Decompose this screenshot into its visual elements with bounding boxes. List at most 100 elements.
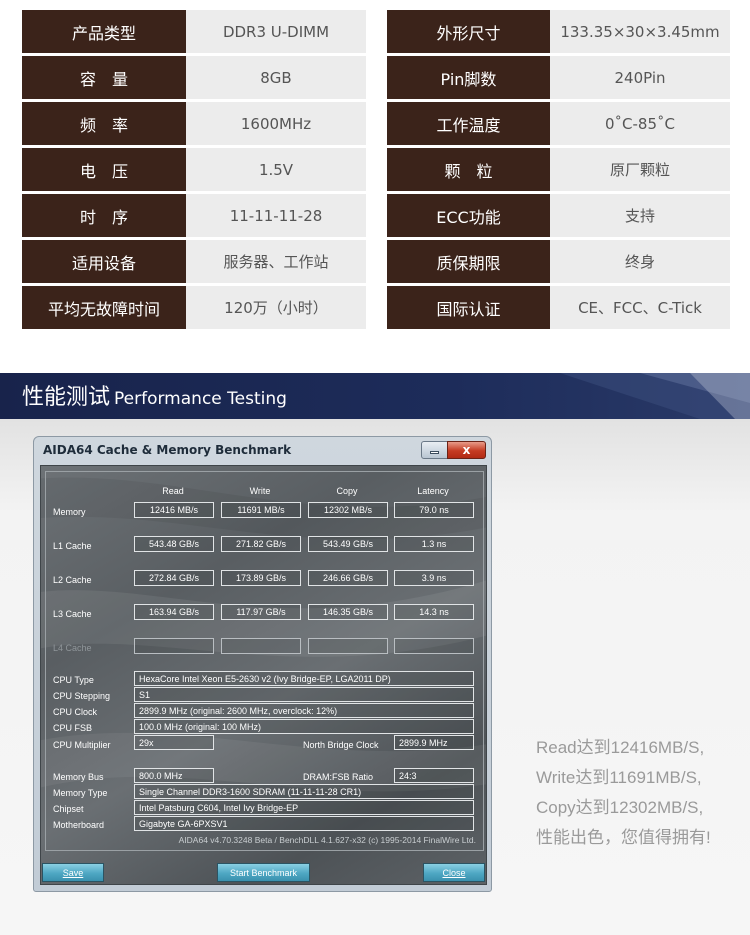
spec-label: 产品类型 bbox=[22, 10, 186, 53]
chipset-value: Intel Patsburg C604, Intel Ivy Bridge-EP bbox=[134, 800, 474, 815]
cpu-type-label: CPU Type bbox=[53, 675, 94, 685]
spec-value: 120万（小时） bbox=[186, 286, 366, 329]
section-banner: 性能测试 Performance Testing bbox=[0, 373, 750, 419]
l1-copy-value: 543.49 GB/s bbox=[308, 536, 388, 552]
memory-copy-value: 12302 MB/s bbox=[308, 502, 388, 518]
l2-copy-value: 246.66 GB/s bbox=[308, 570, 388, 586]
row-label-l3: L3 Cache bbox=[53, 609, 92, 619]
spec-value: 0˚C-85˚C bbox=[550, 102, 730, 145]
summary-copy: Copy达到12302MB/S, bbox=[536, 798, 704, 817]
l2-latency-value: 3.9 ns bbox=[394, 570, 474, 586]
spec-label: 适用设备 bbox=[22, 240, 186, 283]
dram-fsb-ratio-label: DRAM:FSB Ratio bbox=[303, 772, 374, 782]
save-button[interactable]: Save bbox=[42, 863, 104, 882]
memory-type-label: Memory Type bbox=[53, 788, 108, 798]
motherboard-label: Motherboard bbox=[53, 820, 105, 830]
banner-title-cn: 性能测试 bbox=[22, 385, 111, 410]
spec-label: 质保期限 bbox=[387, 240, 550, 283]
l1-write-value: 271.82 GB/s bbox=[221, 536, 301, 552]
spec-value: 原厂颗粒 bbox=[550, 148, 730, 191]
memory-type-value: Single Channel DDR3-1600 SDRAM (11-11-11… bbox=[134, 784, 474, 799]
summary-write: Write达到11691MB/S, bbox=[536, 768, 702, 787]
banner-title-en: Performance Testing bbox=[114, 389, 287, 409]
row-label-l2: L2 Cache bbox=[53, 575, 92, 585]
spec-row: 容 量 8GB Pin脚数 240Pin bbox=[22, 56, 730, 99]
column-header-read: Read bbox=[162, 486, 184, 496]
dram-fsb-ratio-value: 24:3 bbox=[394, 768, 474, 783]
minimize-icon bbox=[430, 451, 439, 454]
spec-label: 工作温度 bbox=[387, 102, 550, 145]
spec-row: 平均无故障时间 120万（小时） 国际认证 CE、FCC、C-Tick bbox=[22, 286, 730, 329]
close-icon: x bbox=[462, 443, 471, 457]
spec-label: 容 量 bbox=[22, 56, 186, 99]
spec-row: 频 率 1600MHz 工作温度 0˚C-85˚C bbox=[22, 102, 730, 145]
l3-write-value: 117.97 GB/s bbox=[221, 604, 301, 620]
cpu-stepping-value: S1 bbox=[134, 687, 474, 702]
spec-label: 平均无故障时间 bbox=[22, 286, 186, 329]
l1-read-value: 543.48 GB/s bbox=[134, 536, 214, 552]
l2-write-value: 173.89 GB/s bbox=[221, 570, 301, 586]
spec-value: 8GB bbox=[186, 56, 366, 99]
l4-latency-value bbox=[394, 638, 474, 654]
memory-bus-value: 800.0 MHz bbox=[134, 768, 214, 783]
version-footer: AIDA64 v4.70.3248 Beta / BenchDLL 4.1.62… bbox=[178, 835, 476, 845]
spec-row: 电 压 1.5V 颗 粒 原厂颗粒 bbox=[22, 148, 730, 191]
row-label-l4: L4 Cache bbox=[53, 643, 92, 653]
north-bridge-clock-label: North Bridge Clock bbox=[303, 740, 379, 750]
save-button-label: Save bbox=[62, 867, 84, 878]
spec-label: 时 序 bbox=[22, 194, 186, 237]
cpu-type-value: HexaCore Intel Xeon E5-2630 v2 (Ivy Brid… bbox=[134, 671, 474, 686]
cpu-clock-value: 2899.9 MHz (original: 2600 MHz, overcloc… bbox=[134, 703, 474, 718]
spec-value: 1600MHz bbox=[186, 102, 366, 145]
row-label-l1: L1 Cache bbox=[53, 541, 92, 551]
l3-read-value: 163.94 GB/s bbox=[134, 604, 214, 620]
close-window-button[interactable]: x bbox=[447, 441, 486, 459]
l1-latency-value: 1.3 ns bbox=[394, 536, 474, 552]
start-benchmark-button[interactable]: Start Benchmark bbox=[217, 863, 310, 882]
close-button-label: Close bbox=[442, 867, 466, 878]
window-body: Read Write Copy Latency Memory 12416 MB/… bbox=[40, 465, 487, 885]
column-header-write: Write bbox=[249, 486, 271, 496]
column-header-copy: Copy bbox=[336, 486, 358, 496]
memory-bus-label: Memory Bus bbox=[53, 772, 104, 782]
spec-value: 支持 bbox=[550, 194, 730, 237]
banner-title: 性能测试 Performance Testing bbox=[22, 379, 287, 411]
cpu-clock-label: CPU Clock bbox=[53, 707, 98, 717]
summary-conclusion: 性能出色，您值得拥有! bbox=[536, 828, 711, 847]
row-label-memory: Memory bbox=[53, 507, 86, 517]
spec-label: 频 率 bbox=[22, 102, 186, 145]
cpu-multiplier-label: CPU Multiplier bbox=[53, 740, 111, 750]
spec-row: 适用设备 服务器、工作站 质保期限 终身 bbox=[22, 240, 730, 283]
spec-label: 电 压 bbox=[22, 148, 186, 191]
memory-write-value: 11691 MB/s bbox=[221, 502, 301, 518]
l4-write-value bbox=[221, 638, 301, 654]
l3-copy-value: 146.35 GB/s bbox=[308, 604, 388, 620]
summary-read: Read达到12416MB/S, bbox=[536, 738, 705, 757]
performance-summary: Read达到12416MB/S, Write达到11691MB/S, Copy达… bbox=[536, 733, 746, 853]
cpu-fsb-value: 100.0 MHz (original: 100 MHz) bbox=[134, 719, 474, 734]
close-button[interactable]: Close bbox=[423, 863, 485, 882]
memory-read-value: 12416 MB/s bbox=[134, 502, 214, 518]
spec-label: 颗 粒 bbox=[387, 148, 550, 191]
l4-copy-value bbox=[308, 638, 388, 654]
cpu-stepping-label: CPU Stepping bbox=[53, 691, 111, 701]
l3-latency-value: 14.3 ns bbox=[394, 604, 474, 620]
spec-label: ECC功能 bbox=[387, 194, 550, 237]
spec-value: 133.35×30×3.45mm bbox=[550, 10, 730, 53]
spec-value: 11-11-11-28 bbox=[186, 194, 366, 237]
l2-read-value: 272.84 GB/s bbox=[134, 570, 214, 586]
cpu-multiplier-value: 29x bbox=[134, 735, 214, 750]
memory-latency-value: 79.0 ns bbox=[394, 502, 474, 518]
chipset-label: Chipset bbox=[53, 804, 84, 814]
motherboard-value: Gigabyte GA-6PXSV1 bbox=[134, 816, 474, 831]
minimize-button[interactable] bbox=[421, 441, 448, 459]
spec-value: 240Pin bbox=[550, 56, 730, 99]
spec-value: 服务器、工作站 bbox=[186, 240, 366, 283]
aida64-window: AIDA64 Cache & Memory Benchmark x Read W… bbox=[33, 436, 492, 892]
start-benchmark-label: Start Benchmark bbox=[229, 867, 298, 878]
l4-read-value bbox=[134, 638, 214, 654]
spec-row: 产品类型 DDR3 U-DIMM 外形尺寸 133.35×30×3.45mm bbox=[22, 10, 730, 53]
window-title: AIDA64 Cache & Memory Benchmark bbox=[43, 443, 292, 457]
spec-label: 国际认证 bbox=[387, 286, 550, 329]
spec-value: CE、FCC、C-Tick bbox=[550, 286, 730, 329]
